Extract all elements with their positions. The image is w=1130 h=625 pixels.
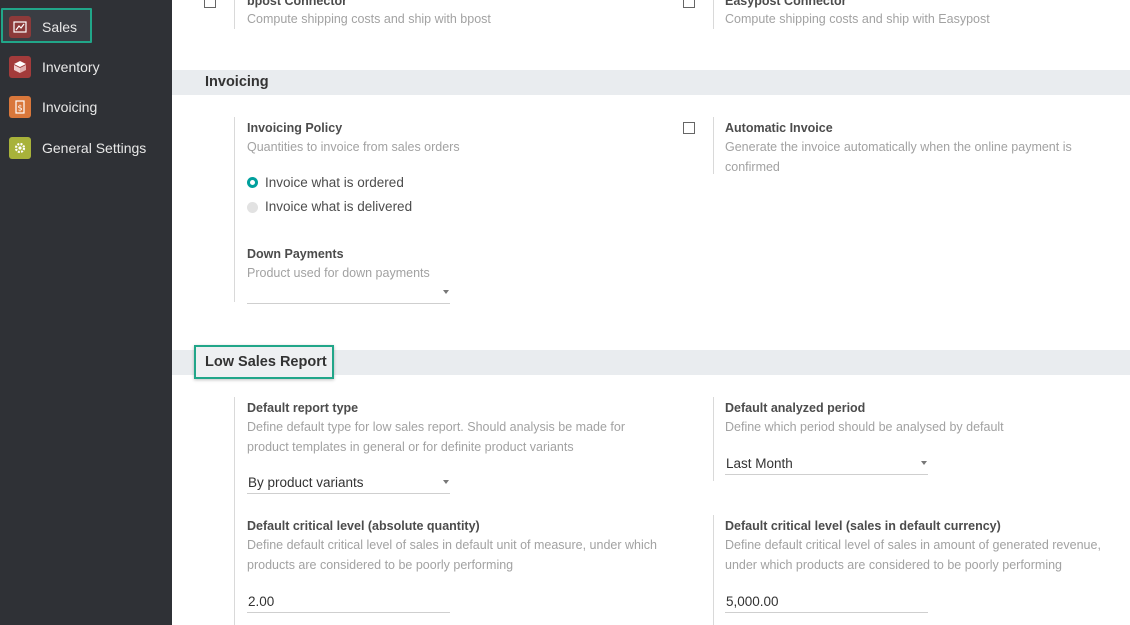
chevron-down-icon [443, 290, 449, 294]
sidebar-item-invoicing[interactable]: $ Invoicing [0, 89, 172, 125]
app-sidebar: Sales Inventory $ Invoicing General Sett… [0, 0, 172, 625]
analyzed-period-select[interactable]: Last Month [725, 455, 928, 475]
report-type-title: Default report type [247, 401, 359, 415]
radio-invoice-ordered[interactable] [247, 177, 258, 188]
section-title-low-sales: Low Sales Report [205, 354, 327, 370]
section-header-invoicing [172, 70, 1130, 95]
bpost-checkbox[interactable] [204, 0, 216, 8]
automatic-invoice-title: Automatic Invoice [725, 121, 833, 135]
sales-chart-icon [9, 16, 31, 38]
down-payments-title: Down Payments [247, 247, 344, 261]
analyzed-period-desc: Define which period should be analysed b… [725, 420, 1004, 434]
radio-label-ordered[interactable]: Invoice what is ordered [265, 175, 404, 190]
sidebar-item-inventory[interactable]: Inventory [0, 49, 172, 85]
easypost-title: Easypost Connector [725, 0, 847, 8]
easypost-checkbox[interactable] [683, 0, 695, 8]
chevron-down-icon [921, 461, 927, 465]
sidebar-item-sales[interactable]: Sales [0, 9, 172, 45]
critical-qty-desc: Define default critical level of sales i… [247, 538, 657, 572]
gear-icon [9, 137, 31, 159]
sidebar-item-label: General Settings [42, 140, 147, 156]
bpost-title: bpost Connector [247, 0, 347, 8]
report-type-desc: Define default type for low sales report… [247, 420, 625, 454]
chevron-down-icon [443, 480, 449, 484]
inventory-box-icon [9, 56, 31, 78]
section-title-invoicing: Invoicing [205, 74, 269, 90]
critical-currency-title: Default critical level (sales in default… [725, 519, 1001, 533]
report-type-select[interactable]: By product variants [247, 474, 450, 494]
sidebar-item-label: Sales [42, 19, 78, 35]
invoicing-policy-title: Invoicing Policy [247, 121, 343, 135]
critical-currency-desc: Define default critical level of sales i… [725, 538, 1101, 572]
analyzed-period-title: Default analyzed period [725, 401, 866, 415]
divider [713, 515, 714, 625]
invoice-dollar-icon: $ [9, 96, 31, 118]
radio-invoice-delivered[interactable] [247, 202, 258, 213]
easypost-desc: Compute shipping costs and ship with Eas… [725, 12, 990, 26]
divider [713, 117, 714, 174]
sidebar-item-general-settings[interactable]: General Settings [0, 130, 172, 166]
divider [234, 0, 235, 29]
automatic-invoice-desc: Generate the invoice automatically when … [725, 140, 1072, 174]
radio-label-delivered[interactable]: Invoice what is delivered [265, 199, 412, 214]
critical-currency-input[interactable]: 5,000.00 [725, 593, 928, 613]
divider [713, 0, 714, 29]
svg-text:$: $ [17, 104, 22, 113]
sidebar-item-label: Invoicing [42, 99, 98, 115]
bpost-desc: Compute shipping costs and ship with bpo… [247, 12, 491, 26]
settings-main: bpost Connector Compute shipping costs a… [172, 0, 1130, 625]
divider [234, 117, 235, 302]
sidebar-item-label: Inventory [42, 59, 100, 75]
critical-qty-input[interactable]: 2.00 [247, 593, 450, 613]
down-payments-desc: Product used for down payments [247, 266, 430, 280]
invoicing-policy-desc: Quantities to invoice from sales orders [247, 140, 460, 154]
divider [234, 397, 235, 625]
divider [713, 397, 714, 481]
down-payments-select[interactable] [247, 284, 450, 304]
critical-qty-title: Default critical level (absolute quantit… [247, 519, 480, 533]
automatic-invoice-checkbox[interactable] [683, 122, 695, 134]
